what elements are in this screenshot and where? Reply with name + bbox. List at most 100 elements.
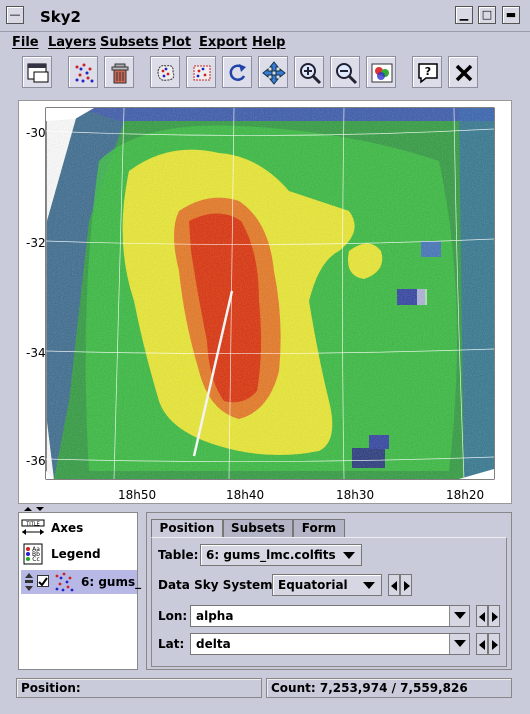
- lat-dropdown-button[interactable]: [449, 634, 469, 654]
- maximize-icon: □: [481, 8, 493, 21]
- y-tick-label: -36: [26, 454, 46, 468]
- help-icon: ?: [418, 63, 438, 84]
- zoom-out-button[interactable]: [330, 56, 360, 88]
- delete-icon: [111, 63, 129, 84]
- arrow-right-icon: [492, 612, 498, 622]
- tab-form[interactable]: Form: [293, 519, 345, 537]
- add-scatter-layer-button[interactable]: [68, 56, 98, 88]
- window-menu-button[interactable]: —: [6, 6, 24, 24]
- arrow-right-icon: [404, 581, 410, 591]
- position-tab-body: Table: 6: gums_lmc.colfits Data Sky Syst…: [151, 537, 507, 667]
- x-tick-label: 18h30: [336, 488, 374, 502]
- control-item-label: 6: gums_: [81, 575, 142, 589]
- lon-input[interactable]: alpha: [190, 605, 470, 627]
- arrow-left-icon: [391, 581, 397, 591]
- minimize-icon: ▁: [459, 8, 469, 21]
- arrow-left-icon: [479, 640, 485, 650]
- minimize-button[interactable]: ▁: [455, 6, 473, 24]
- axes-icon: TITLE: [21, 519, 45, 535]
- arrow-left-icon: [479, 612, 485, 622]
- sky-density-plot[interactable]: -30 -32 -34 -36 18h50 18h40 18h30 18h20: [19, 101, 511, 503]
- window-menu-icon: —: [9, 8, 21, 21]
- y-tick-label: -32: [26, 236, 46, 250]
- scatter-layer-icon: [75, 63, 94, 83]
- table-select[interactable]: 6: gums_lmc.colfits: [200, 544, 362, 566]
- lat-label: Lat:: [158, 637, 185, 651]
- pan-button[interactable]: [258, 56, 288, 88]
- previous-button[interactable]: [388, 574, 400, 596]
- control-item-legend[interactable]: Aa Bb Cc Legend: [21, 542, 137, 566]
- zoom-in-button[interactable]: [294, 56, 324, 88]
- lon-input-value: alpha: [196, 609, 234, 623]
- reload-button[interactable]: [222, 56, 252, 88]
- lon-stepper[interactable]: [476, 605, 500, 627]
- zoom-out-icon: [336, 63, 358, 85]
- close-icon: [455, 64, 473, 82]
- image-export-icon: [371, 63, 393, 83]
- new-window-button[interactable]: [22, 56, 52, 88]
- lat-input[interactable]: delta: [190, 633, 470, 655]
- layer-visibility-checkbox[interactable]: [37, 575, 49, 587]
- window-close-icon: ▬: [505, 8, 517, 21]
- zoom-in-icon: [300, 63, 322, 85]
- control-item-label: Axes: [51, 521, 84, 535]
- close-window-button[interactable]: ▬: [502, 6, 520, 24]
- x-tick-label: 18h20: [446, 488, 484, 502]
- maximize-button[interactable]: □: [478, 6, 496, 24]
- menu-layers[interactable]: Layers: [48, 35, 96, 50]
- table-select-value: 6: gums_lmc.colfits: [206, 548, 336, 562]
- menu-help[interactable]: Help: [252, 35, 285, 50]
- control-item-label: Legend: [51, 547, 101, 561]
- lon-dropdown-button[interactable]: [449, 606, 469, 626]
- x-tick-label: 18h50: [118, 488, 156, 502]
- legend-icon: AaBbCc: [23, 543, 43, 565]
- sky-system-select[interactable]: Equatorial: [272, 574, 382, 596]
- subset-rect-icon: [193, 65, 211, 81]
- close-button[interactable]: [448, 56, 478, 88]
- help-button[interactable]: ?: [412, 56, 442, 88]
- svg-text:?: ?: [425, 65, 431, 78]
- title-bar: — Sky2 ▁ □ ▬: [0, 0, 530, 32]
- drag-handle-icon[interactable]: [23, 572, 35, 592]
- blob-subset-button[interactable]: [150, 56, 180, 88]
- window-title: Sky2: [40, 8, 81, 26]
- y-tick-label: -30: [26, 126, 46, 140]
- lat-input-value: delta: [196, 637, 231, 651]
- next-button[interactable]: [488, 605, 500, 627]
- subset-blob-icon: [157, 65, 175, 81]
- arrow-right-icon: [492, 640, 498, 650]
- status-bar: Position: Count: 7,253,974 / 7,559,826: [0, 678, 530, 700]
- scatter-layer-icon: [55, 572, 74, 592]
- sky-system-stepper[interactable]: [388, 574, 412, 596]
- sky-plot-panel[interactable]: -30 -32 -34 -36 18h50 18h40 18h30 18h20: [18, 100, 512, 504]
- next-button[interactable]: [400, 574, 412, 596]
- rectangle-subset-button[interactable]: [186, 56, 216, 88]
- menu-bar: File Layers Subsets Plot Export Help: [0, 33, 530, 51]
- sky-system-select-value: Equatorial: [278, 578, 348, 592]
- lon-label: Lon:: [158, 609, 188, 623]
- previous-button[interactable]: [476, 633, 488, 655]
- next-button[interactable]: [488, 633, 500, 655]
- previous-button[interactable]: [476, 605, 488, 627]
- export-image-button[interactable]: [366, 56, 396, 88]
- lat-stepper[interactable]: [476, 633, 500, 655]
- chevron-down-icon: [454, 640, 466, 647]
- menu-file[interactable]: File: [12, 35, 39, 50]
- pan-axes-icon: [262, 61, 286, 85]
- delete-layer-button[interactable]: [104, 56, 134, 88]
- svg-text:TITLE: TITLE: [25, 522, 40, 528]
- layer-config-panel: Position Subsets Form Table: 6: gums_lmc…: [146, 512, 512, 670]
- menu-plot[interactable]: Plot: [162, 35, 191, 50]
- count-status-text: Count: 7,253,974 / 7,559,826: [271, 681, 468, 695]
- table-label: Table:: [158, 548, 199, 562]
- checkmark-icon: [38, 577, 48, 587]
- tab-subsets[interactable]: Subsets: [223, 519, 293, 537]
- chevron-down-icon: [343, 552, 355, 559]
- menu-export[interactable]: Export: [199, 35, 247, 50]
- control-item-layer[interactable]: 6: gums_: [21, 570, 141, 594]
- menu-subsets[interactable]: Subsets: [100, 35, 158, 50]
- tab-position[interactable]: Position: [151, 519, 223, 538]
- new-window-icon: [27, 63, 49, 83]
- control-item-axes[interactable]: TITLE Axes: [21, 516, 137, 540]
- x-tick-label: 18h40: [226, 488, 264, 502]
